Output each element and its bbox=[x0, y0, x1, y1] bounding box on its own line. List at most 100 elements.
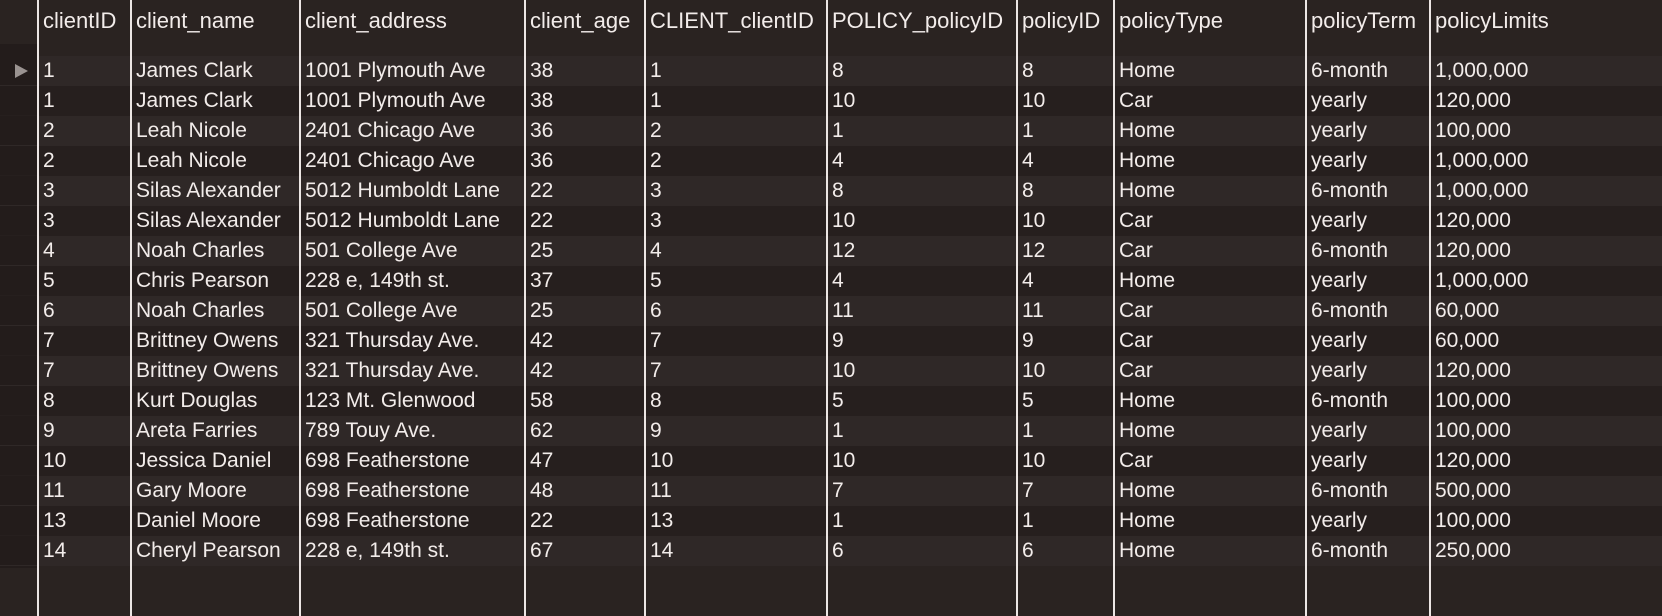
table-cell-clientid[interactable]: 14 bbox=[38, 536, 131, 566]
table-cell-client-address[interactable]: 2401 Chicago Ave bbox=[300, 116, 525, 146]
table-cell-policyterm[interactable]: yearly bbox=[1306, 86, 1430, 116]
table-cell-policyterm[interactable]: yearly bbox=[1306, 116, 1430, 146]
table-cell-policytype[interactable]: Home bbox=[1114, 536, 1306, 566]
table-cell-policy-policyid[interactable]: 10 bbox=[827, 446, 1017, 476]
table-cell-policylimits[interactable]: 120,000 bbox=[1430, 356, 1662, 386]
table-row[interactable]: 7 Brittney Owens 321 Thursday Ave. 42 7 10 10 C… bbox=[0, 356, 1662, 386]
table-row[interactable]: 6 Noah Charles 501 College Ave 25 6 11 11 Car 6-… bbox=[0, 296, 1662, 326]
table-cell-client-name[interactable]: Chris Pearson bbox=[131, 266, 300, 296]
table-cell-client-age[interactable]: 25 bbox=[525, 296, 645, 326]
table-cell-policyid[interactable]: 12 bbox=[1017, 236, 1114, 266]
table-cell-policyid[interactable]: 11 bbox=[1017, 296, 1114, 326]
table-cell-policylimits[interactable]: 100,000 bbox=[1430, 386, 1662, 416]
column-header-client-clientid[interactable]: CLIENT_clientID bbox=[645, 0, 827, 44]
table-cell-clientid[interactable]: 8 bbox=[38, 386, 131, 416]
table-cell-clientid[interactable]: 1 bbox=[38, 86, 131, 116]
table-cell-policy-policyid[interactable]: 8 bbox=[827, 56, 1017, 86]
table-cell-client-address[interactable]: 5012 Humboldt Lane bbox=[300, 176, 525, 206]
table-cell-policytype[interactable]: Home bbox=[1114, 266, 1306, 296]
table-cell-client-age[interactable]: 36 bbox=[525, 116, 645, 146]
table-cell-clientid[interactable]: 10 bbox=[38, 446, 131, 476]
table-row[interactable]: 1 James Clark 1001 Plymouth Ave 38 1 10 10 Car y… bbox=[0, 86, 1662, 116]
table-cell-policytype[interactable]: Home bbox=[1114, 116, 1306, 146]
table-cell-clientid[interactable]: 3 bbox=[38, 206, 131, 236]
table-cell-clientid[interactable]: 7 bbox=[38, 326, 131, 356]
table-cell-client-clientid[interactable]: 3 bbox=[645, 176, 827, 206]
table-cell-policytype[interactable]: Car bbox=[1114, 356, 1306, 386]
column-header-client-address[interactable]: client_address bbox=[300, 0, 525, 44]
table-cell-client-address[interactable]: 501 College Ave bbox=[300, 296, 525, 326]
table-cell-policyterm[interactable]: 6-month bbox=[1306, 386, 1430, 416]
table-cell-policylimits[interactable]: 120,000 bbox=[1430, 86, 1662, 116]
table-cell-policy-policyid[interactable]: 6 bbox=[827, 536, 1017, 566]
row-marker[interactable] bbox=[0, 236, 38, 265]
table-cell-client-clientid[interactable]: 7 bbox=[645, 356, 827, 386]
table-cell-client-address[interactable]: 228 e, 149th st. bbox=[300, 536, 525, 566]
table-cell-client-age[interactable]: 42 bbox=[525, 356, 645, 386]
row-marker[interactable] bbox=[0, 536, 38, 565]
row-marker[interactable] bbox=[0, 446, 38, 475]
column-divider[interactable] bbox=[130, 0, 132, 616]
table-cell-policytype[interactable]: Home bbox=[1114, 416, 1306, 446]
table-cell-policytype[interactable]: Car bbox=[1114, 326, 1306, 356]
table-cell-client-clientid[interactable]: 5 bbox=[645, 266, 827, 296]
table-row[interactable]: 8 Kurt Douglas 123 Mt. Glenwood 58 8 5 5 Home 6-… bbox=[0, 386, 1662, 416]
table-cell-policylimits[interactable]: 1,000,000 bbox=[1430, 146, 1662, 176]
table-cell-policylimits[interactable]: 1,000,000 bbox=[1430, 56, 1662, 86]
table-cell-client-clientid[interactable]: 9 bbox=[645, 416, 827, 446]
result-grid[interactable]: clientID client_name client_address client_… bbox=[0, 0, 1662, 616]
table-cell-client-clientid[interactable]: 4 bbox=[645, 236, 827, 266]
table-cell-client-name[interactable]: James Clark bbox=[131, 56, 300, 86]
table-cell-clientid[interactable]: 2 bbox=[38, 146, 131, 176]
row-marker[interactable] bbox=[0, 86, 38, 115]
table-row[interactable]: 2 Leah Nicole 2401 Chicago Ave 36 2 1 1 Home yea… bbox=[0, 116, 1662, 146]
table-cell-clientid[interactable]: 11 bbox=[38, 476, 131, 506]
table-row[interactable]: 4 Noah Charles 501 College Ave 25 4 12 12 Car 6-… bbox=[0, 236, 1662, 266]
table-cell-policylimits[interactable]: 500,000 bbox=[1430, 476, 1662, 506]
table-cell-policytype[interactable]: Home bbox=[1114, 386, 1306, 416]
table-cell-client-age[interactable]: 25 bbox=[525, 236, 645, 266]
table-cell-policy-policyid[interactable]: 1 bbox=[827, 506, 1017, 536]
table-cell-policylimits[interactable]: 100,000 bbox=[1430, 416, 1662, 446]
table-row[interactable]: 9 Areta Farries 789 Touy Ave. 62 9 1 1 Home year… bbox=[0, 416, 1662, 446]
table-cell-clientid[interactable]: 6 bbox=[38, 296, 131, 326]
table-cell-policyid[interactable]: 4 bbox=[1017, 266, 1114, 296]
table-cell-policyterm[interactable]: yearly bbox=[1306, 506, 1430, 536]
table-cell-policylimits[interactable]: 250,000 bbox=[1430, 536, 1662, 566]
row-marker[interactable] bbox=[0, 296, 38, 325]
table-cell-policy-policyid[interactable]: 11 bbox=[827, 296, 1017, 326]
row-marker[interactable] bbox=[0, 356, 38, 385]
table-cell-policylimits[interactable]: 1,000,000 bbox=[1430, 266, 1662, 296]
column-divider[interactable] bbox=[1113, 0, 1115, 616]
table-cell-client-address[interactable]: 228 e, 149th st. bbox=[300, 266, 525, 296]
row-marker[interactable] bbox=[0, 176, 38, 205]
table-cell-client-age[interactable]: 22 bbox=[525, 206, 645, 236]
table-cell-client-address[interactable]: 698 Featherstone bbox=[300, 506, 525, 536]
table-row[interactable]: 3 Silas Alexander 5012 Humboldt Lane 22 3 8 8 H… bbox=[0, 176, 1662, 206]
table-cell-clientid[interactable]: 2 bbox=[38, 116, 131, 146]
table-cell-policy-policyid[interactable]: 12 bbox=[827, 236, 1017, 266]
table-cell-policytype[interactable]: Home bbox=[1114, 146, 1306, 176]
table-cell-policyid[interactable]: 4 bbox=[1017, 146, 1114, 176]
table-cell-policyterm[interactable]: 6-month bbox=[1306, 56, 1430, 86]
column-header-policytype[interactable]: policyType bbox=[1114, 0, 1306, 44]
table-cell-policyterm[interactable]: yearly bbox=[1306, 266, 1430, 296]
table-cell-policy-policyid[interactable]: 7 bbox=[827, 476, 1017, 506]
table-cell-client-clientid[interactable]: 8 bbox=[645, 386, 827, 416]
table-cell-client-age[interactable]: 42 bbox=[525, 326, 645, 356]
table-cell-policyid[interactable]: 5 bbox=[1017, 386, 1114, 416]
table-cell-policyterm[interactable]: 6-month bbox=[1306, 536, 1430, 566]
column-header-policyterm[interactable]: policyTerm bbox=[1306, 0, 1430, 44]
table-cell-policyid[interactable]: 7 bbox=[1017, 476, 1114, 506]
table-cell-policyid[interactable]: 9 bbox=[1017, 326, 1114, 356]
table-cell-client-age[interactable]: 47 bbox=[525, 446, 645, 476]
row-marker[interactable] bbox=[0, 506, 38, 535]
table-cell-policyterm[interactable]: 6-month bbox=[1306, 176, 1430, 206]
column-header-clientid[interactable]: clientID bbox=[38, 0, 131, 44]
row-marker[interactable] bbox=[0, 326, 38, 355]
table-cell-client-name[interactable]: Leah Nicole bbox=[131, 116, 300, 146]
table-cell-client-name[interactable]: Silas Alexander bbox=[131, 206, 300, 236]
column-divider[interactable] bbox=[299, 0, 301, 616]
table-cell-policyid[interactable]: 8 bbox=[1017, 176, 1114, 206]
table-cell-policy-policyid[interactable]: 1 bbox=[827, 116, 1017, 146]
